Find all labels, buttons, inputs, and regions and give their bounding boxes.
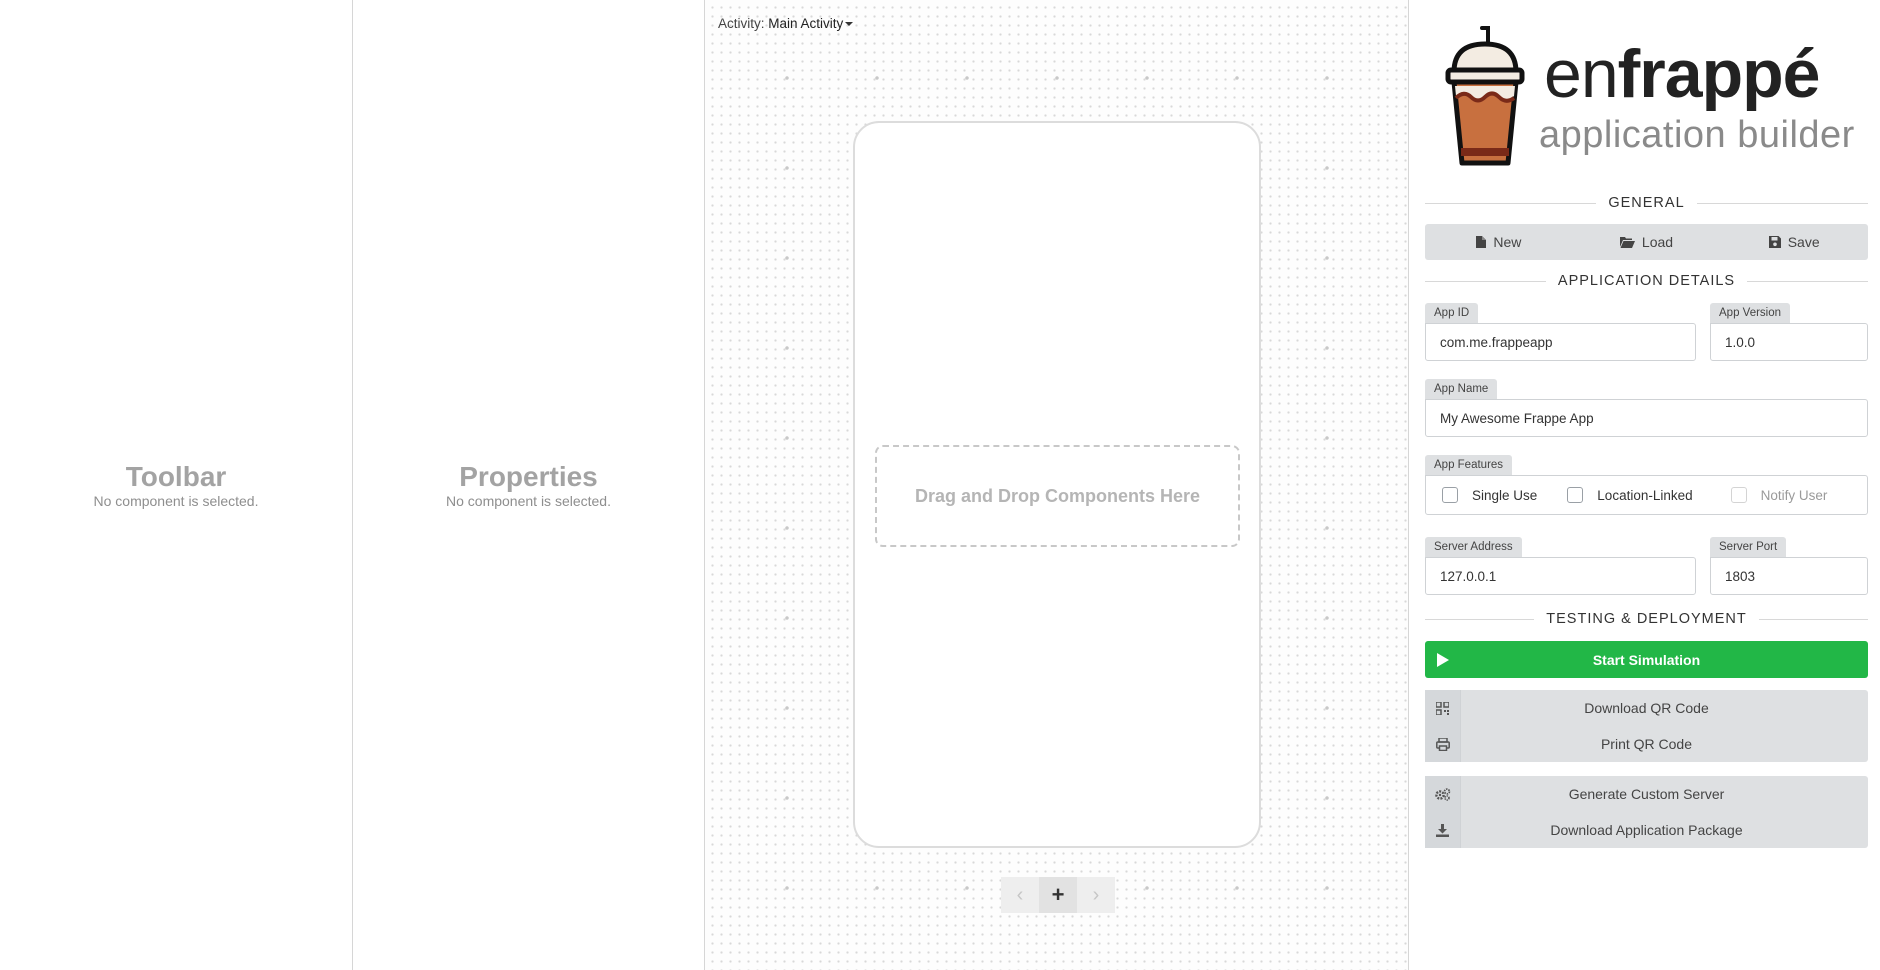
activity-pager: ‹ + › bbox=[1001, 877, 1115, 913]
qr-code-icon bbox=[1425, 690, 1461, 726]
phone-frame: Drag and Drop Components Here bbox=[853, 121, 1261, 848]
app-version-input[interactable] bbox=[1710, 323, 1868, 361]
toolbar-title: Toolbar bbox=[125, 461, 227, 492]
load-button[interactable]: Load bbox=[1573, 234, 1721, 250]
checkbox-icon[interactable] bbox=[1567, 487, 1584, 503]
print-qr-code-button[interactable]: Print QR Code bbox=[1425, 726, 1868, 762]
testing-deployment-heading-text: TESTING & DEPLOYMENT bbox=[1546, 611, 1747, 627]
activity-value[interactable]: Main Activity bbox=[768, 16, 843, 31]
plus-icon: + bbox=[1051, 882, 1065, 907]
chevron-left-icon: ‹ bbox=[1016, 883, 1024, 906]
app-name-input[interactable] bbox=[1425, 399, 1868, 437]
app-version-label: App Version bbox=[1710, 303, 1791, 323]
server-port-field: Server Port bbox=[1710, 537, 1868, 595]
download-qr-code-label: Download QR Code bbox=[1584, 700, 1709, 716]
file-icon bbox=[1476, 236, 1487, 248]
printer-icon bbox=[1425, 726, 1461, 762]
divider bbox=[1696, 202, 1868, 204]
properties-empty-message: No component is selected. bbox=[446, 493, 611, 509]
notify-user-label: Notify User bbox=[1760, 487, 1828, 503]
server-package-group: Generate Custom Server Download Applicat… bbox=[1425, 776, 1868, 848]
design-canvas[interactable]: Activity: Main Activity Drag and Drop Co… bbox=[705, 0, 1409, 970]
notify-user-checkbox: Notify User bbox=[1730, 487, 1828, 503]
general-heading: GENERAL bbox=[1425, 193, 1868, 213]
drop-zone-hint: Drag and Drop Components Here bbox=[914, 485, 1201, 506]
app-id-field: App ID bbox=[1425, 303, 1696, 361]
properties-title: Properties bbox=[459, 461, 598, 492]
server-port-label: Server Port bbox=[1710, 537, 1787, 557]
checkbox-icon[interactable] bbox=[1442, 487, 1458, 503]
brand-name-bold: frappé bbox=[1617, 36, 1821, 112]
drop-zone[interactable]: Drag and Drop Components Here bbox=[875, 445, 1240, 547]
activity-label: Activity: bbox=[718, 16, 765, 31]
new-button[interactable]: New bbox=[1425, 234, 1573, 250]
download-application-package-button[interactable]: Download Application Package bbox=[1425, 812, 1868, 848]
save-button[interactable]: Save bbox=[1720, 234, 1868, 250]
server-address-label: Server Address bbox=[1425, 537, 1522, 557]
application-details-heading-text: APPLICATION DETAILS bbox=[1557, 273, 1736, 289]
print-qr-code-label: Print QR Code bbox=[1600, 736, 1693, 752]
chevron-right-icon: › bbox=[1092, 883, 1100, 906]
brand-logo: enfrappé application builder bbox=[1444, 26, 1864, 171]
folder-open-icon bbox=[1619, 237, 1635, 248]
toolbar-empty-message: No component is selected. bbox=[93, 493, 259, 509]
application-details-heading: APPLICATION DETAILS bbox=[1425, 271, 1869, 291]
app-name-label: App Name bbox=[1425, 379, 1498, 399]
brand-name: enfrappé bbox=[1544, 34, 1821, 114]
floppy-disk-icon bbox=[1768, 236, 1781, 248]
app-root: Toolbar No component is selected. Proper… bbox=[0, 0, 1880, 970]
single-use-label: Single Use bbox=[1472, 487, 1538, 503]
download-icon bbox=[1425, 812, 1461, 848]
app-id-input[interactable] bbox=[1425, 323, 1696, 361]
previous-activity-button[interactable]: ‹ bbox=[1001, 877, 1039, 913]
properties-panel: Properties No component is selected. bbox=[353, 0, 705, 970]
app-name-field: App Name bbox=[1425, 379, 1868, 437]
divider bbox=[1758, 618, 1869, 620]
divider bbox=[1425, 280, 1546, 282]
single-use-checkbox[interactable]: Single Use bbox=[1442, 487, 1537, 503]
gears-icon bbox=[1425, 776, 1461, 812]
server-address-input[interactable] bbox=[1425, 557, 1696, 595]
brand-tagline: application builder bbox=[1539, 114, 1855, 156]
download-qr-code-button[interactable]: Download QR Code bbox=[1425, 690, 1868, 726]
general-heading-text: GENERAL bbox=[1608, 195, 1685, 211]
toolbar-panel: Toolbar No component is selected. bbox=[0, 0, 353, 970]
server-port-input[interactable] bbox=[1710, 557, 1868, 595]
save-button-label: Save bbox=[1787, 234, 1820, 250]
app-features-field: App Features Single Use Location-Linked … bbox=[1425, 455, 1868, 515]
caret-down-icon[interactable] bbox=[845, 22, 854, 27]
generate-custom-server-button[interactable]: Generate Custom Server bbox=[1425, 776, 1868, 812]
divider bbox=[1747, 280, 1869, 282]
checkbox-icon bbox=[1730, 487, 1747, 503]
app-id-label: App ID bbox=[1425, 303, 1479, 323]
download-application-package-label: Download Application Package bbox=[1550, 822, 1743, 838]
start-simulation-button[interactable]: Start Simulation bbox=[1425, 641, 1868, 678]
start-simulation-label: Start Simulation bbox=[1592, 651, 1701, 668]
general-button-group: New Load Save bbox=[1425, 224, 1868, 260]
settings-sidebar: enfrappé application builder GENERAL New… bbox=[1410, 0, 1880, 970]
testing-deployment-heading: TESTING & DEPLOYMENT bbox=[1425, 609, 1869, 629]
generate-custom-server-label: Generate Custom Server bbox=[1568, 786, 1725, 802]
next-activity-button[interactable]: › bbox=[1077, 877, 1115, 913]
app-features-label: App Features bbox=[1425, 455, 1513, 475]
divider bbox=[1425, 202, 1597, 204]
new-button-label: New bbox=[1493, 234, 1522, 250]
play-icon bbox=[1425, 652, 1461, 667]
divider bbox=[1425, 618, 1535, 620]
add-activity-button[interactable]: + bbox=[1039, 877, 1077, 913]
location-linked-checkbox[interactable]: Location-Linked bbox=[1567, 487, 1693, 503]
load-button-label: Load bbox=[1641, 234, 1674, 250]
qr-code-group: Download QR Code Print QR Code bbox=[1425, 690, 1868, 762]
server-address-field: Server Address bbox=[1425, 537, 1696, 595]
brand-name-light: en bbox=[1544, 36, 1619, 112]
app-version-field: App Version bbox=[1710, 303, 1868, 361]
activity-selector[interactable]: Activity: Main Activity bbox=[718, 16, 854, 31]
frappe-cup-icon bbox=[1445, 26, 1525, 166]
app-features-options: Single Use Location-Linked Notify User bbox=[1425, 475, 1868, 515]
location-linked-label: Location-Linked bbox=[1597, 487, 1693, 503]
